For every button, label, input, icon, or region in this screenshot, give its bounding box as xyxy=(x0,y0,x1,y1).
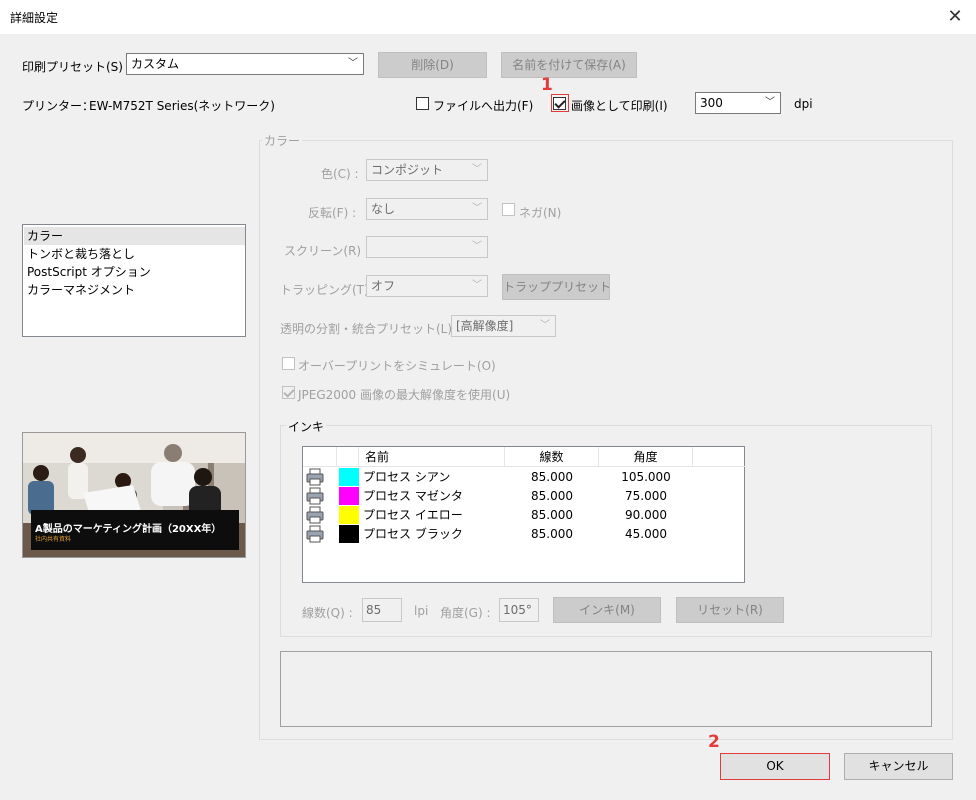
print-preview-image: A製品のマーケティング計画（20XX年） 社内共有資料 xyxy=(22,432,246,558)
ink-header-icon-col xyxy=(303,447,337,467)
ink-header-frequency[interactable]: 線数 xyxy=(505,447,599,467)
simulate-overprint-checkbox[interactable] xyxy=(282,357,295,370)
save-preset-as-button[interactable]: 名前を付けて保存(A) xyxy=(501,52,637,78)
ink-header-angle[interactable]: 角度 xyxy=(599,447,693,467)
printer-icon xyxy=(305,506,325,524)
preview-caption: A製品のマーケティング計画（20XX年） xyxy=(35,524,222,535)
color-select[interactable]: コンポジット ﹀ xyxy=(366,159,488,181)
ink-button[interactable]: インキ(M) xyxy=(553,597,661,623)
chevron-down-icon: ﹀ xyxy=(472,241,482,252)
ink-frequency: 85.000 xyxy=(531,527,573,541)
printer-label: プリンター： xyxy=(22,99,95,113)
trapping-label: トラッピング(T) : xyxy=(280,283,377,297)
preset-label: 印刷プリセット(S) : xyxy=(22,60,131,74)
printer-name: EW-M752T Series(ネットワーク) xyxy=(89,99,275,113)
ink-angle-input[interactable]: 105° xyxy=(499,598,539,622)
ink-table[interactable]: 名前 線数 角度 プロセス シアン 85.000 105.000 プロセス マゼ… xyxy=(302,446,745,583)
ink-frequency-label: 線数(Q) : xyxy=(302,606,353,620)
category-item-color-management[interactable]: カラーマネジメント xyxy=(24,281,245,299)
invert-select[interactable]: なし ﹀ xyxy=(366,198,488,220)
print-as-image-label: 画像として印刷(I) xyxy=(571,99,668,113)
chevron-down-icon: ﹀ xyxy=(348,58,358,69)
ink-frequency-unit: lpi xyxy=(414,604,429,618)
category-item-postscript[interactable]: PostScript オプション xyxy=(24,263,245,281)
reset-button[interactable]: リセット(R) xyxy=(676,597,784,623)
close-icon[interactable]: ✕ xyxy=(938,2,972,32)
jpeg2000-label: JPEG2000 画像の最大解像度を使用(U) xyxy=(298,388,511,402)
chevron-down-icon: ﹀ xyxy=(765,97,775,108)
ink-name[interactable]: プロセス イエロー xyxy=(363,506,463,524)
ink-frequency: 85.000 xyxy=(531,508,573,522)
annotation-marker-1: 1 xyxy=(541,75,553,95)
chevron-down-icon: ﹀ xyxy=(540,320,550,331)
ink-name[interactable]: プロセス ブラック xyxy=(363,525,463,543)
negative-label: ネガ(N) xyxy=(519,206,562,220)
jpeg2000-checkbox[interactable] xyxy=(282,386,295,399)
window-title: 詳細設定 xyxy=(10,11,59,25)
preset-value: カスタム xyxy=(131,57,180,71)
dpi-unit: dpi xyxy=(794,97,813,111)
printer-icon xyxy=(305,525,325,543)
ink-frequency-input[interactable]: 85 xyxy=(362,598,402,622)
ink-angle: 75.000 xyxy=(625,489,667,503)
title-bar: 詳細設定 ✕ xyxy=(0,0,976,34)
dpi-select[interactable]: 300 ﹀ xyxy=(695,92,781,114)
category-list[interactable]: カラー トンボと裁ち落とし PostScript オプション カラーマネジメント xyxy=(22,224,246,337)
simulate-overprint-label: オーバープリントをシミュレート(O) xyxy=(298,359,496,373)
ink-angle: 105.000 xyxy=(621,470,671,484)
screen-label: スクリーン(R) : xyxy=(284,244,369,258)
ink-frequency: 85.000 xyxy=(531,489,573,503)
printer-icon xyxy=(305,487,325,505)
trap-preset-button[interactable]: トラッププリセット xyxy=(502,274,611,300)
ink-header-name[interactable]: 名前 xyxy=(359,447,505,467)
ink-swatch-magenta xyxy=(339,487,359,505)
ink-header-swatch-col xyxy=(337,447,359,467)
delete-preset-button[interactable]: 削除(D) xyxy=(378,52,487,78)
output-to-file-checkbox[interactable] xyxy=(416,97,429,110)
output-to-file-label: ファイルへ出力(F) xyxy=(433,99,534,113)
ink-angle: 45.000 xyxy=(625,527,667,541)
color-value: コンポジット xyxy=(371,163,444,177)
chevron-down-icon: ﹀ xyxy=(472,164,482,175)
annotation-marker-2: 2 xyxy=(708,732,720,752)
ink-angle: 90.000 xyxy=(625,508,667,522)
category-item-color[interactable]: カラー xyxy=(24,227,245,245)
ink-group-title: インキ xyxy=(286,418,327,435)
negative-checkbox[interactable] xyxy=(502,203,515,216)
color-group-title: カラー xyxy=(262,132,303,149)
chevron-down-icon: ﹀ xyxy=(472,280,482,291)
ink-frequency: 85.000 xyxy=(531,470,573,484)
ink-name[interactable]: プロセス シアン xyxy=(363,468,450,486)
printer-icon xyxy=(305,468,325,486)
dpi-value: 300 xyxy=(700,96,723,110)
ink-swatch-black xyxy=(339,525,359,543)
cancel-button[interactable]: キャンセル xyxy=(844,753,953,780)
trapping-value: オフ xyxy=(371,279,396,293)
screen-select[interactable]: ﹀ xyxy=(366,236,488,258)
preset-select[interactable]: カスタム ﹀ xyxy=(126,53,364,75)
flattener-label: 透明の分割・統合プリセット(L) : xyxy=(280,322,460,336)
chevron-down-icon: ﹀ xyxy=(472,203,482,214)
color-label: 色(C) : xyxy=(321,167,359,181)
print-as-image-checkbox[interactable] xyxy=(553,97,566,110)
invert-label: 反転(F) : xyxy=(308,206,357,220)
preview-subcaption: 社内共有資料 xyxy=(35,536,72,543)
flattener-select[interactable]: [高解像度] ﹀ xyxy=(451,315,556,337)
flattener-value: [高解像度] xyxy=(456,319,514,333)
ok-button[interactable]: OK xyxy=(720,753,830,780)
category-item-marks-bleed[interactable]: トンボと裁ち落とし xyxy=(24,245,245,263)
description-box xyxy=(280,651,932,727)
ink-header-spacer xyxy=(693,447,745,467)
ink-name[interactable]: プロセス マゼンタ xyxy=(363,487,463,505)
ink-swatch-yellow xyxy=(339,506,359,524)
trapping-select[interactable]: オフ ﹀ xyxy=(366,275,488,297)
ink-angle-label: 角度(G) : xyxy=(440,606,491,620)
invert-value: なし xyxy=(371,202,396,216)
ink-swatch-cyan xyxy=(339,468,359,486)
